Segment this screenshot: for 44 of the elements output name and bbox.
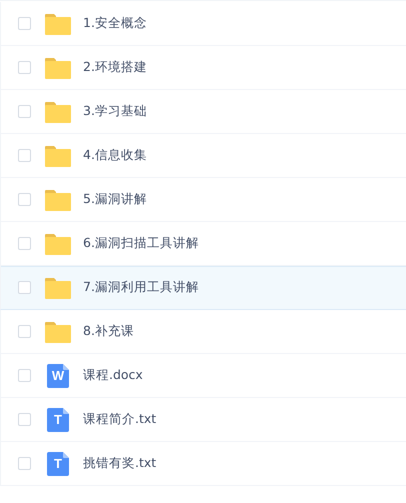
- file-name[interactable]: 5.漏洞讲解: [83, 191, 147, 208]
- file-name[interactable]: 1.安全概念: [83, 15, 147, 32]
- folder-icon: [45, 56, 71, 78]
- folder-icon: [45, 276, 71, 298]
- checkbox[interactable]: [18, 105, 31, 118]
- file-row[interactable]: 5.漏洞讲解: [0, 178, 406, 222]
- folder-icon: [45, 12, 71, 34]
- file-name[interactable]: 8.补充课: [83, 323, 134, 340]
- folder-icon: [45, 320, 71, 342]
- file-row[interactable]: T 课程简介.txt: [0, 398, 406, 442]
- file-name[interactable]: 2.环境搭建: [83, 59, 147, 76]
- checkbox[interactable]: [18, 281, 31, 294]
- file-name[interactable]: 4.信息收集: [83, 147, 147, 164]
- document-icon: T: [47, 452, 69, 476]
- file-name[interactable]: 3.学习基础: [83, 103, 147, 120]
- file-name[interactable]: 挑错有奖.txt: [83, 455, 156, 472]
- checkbox[interactable]: [18, 457, 31, 470]
- folder-icon: [45, 232, 71, 254]
- file-row[interactable]: T 挑错有奖.txt: [0, 442, 406, 486]
- checkbox[interactable]: [18, 193, 31, 206]
- file-row[interactable]: W 课程.docx: [0, 354, 406, 398]
- folder-icon: [45, 144, 71, 166]
- checkbox[interactable]: [18, 149, 31, 162]
- file-name[interactable]: 课程简介.txt: [83, 411, 156, 428]
- checkbox[interactable]: [18, 325, 31, 338]
- folder-icon: [45, 100, 71, 122]
- file-row[interactable]: 1.安全概念: [0, 2, 406, 46]
- file-row[interactable]: 4.信息收集: [0, 134, 406, 178]
- checkbox[interactable]: [18, 61, 31, 74]
- file-name[interactable]: 7.漏洞利用工具讲解: [83, 279, 199, 296]
- file-row[interactable]: 6.漏洞扫描工具讲解: [0, 222, 406, 266]
- checkbox[interactable]: [18, 369, 31, 382]
- document-icon: T: [47, 408, 69, 432]
- file-name[interactable]: 课程.docx: [83, 367, 143, 384]
- document-icon: W: [47, 364, 69, 388]
- checkbox[interactable]: [18, 237, 31, 250]
- file-row[interactable]: 3.学习基础: [0, 90, 406, 134]
- file-row[interactable]: 7.漏洞利用工具讲解: [0, 266, 406, 310]
- file-row[interactable]: 2.环境搭建: [0, 46, 406, 90]
- checkbox[interactable]: [18, 413, 31, 426]
- file-name[interactable]: 6.漏洞扫描工具讲解: [83, 235, 199, 252]
- checkbox[interactable]: [18, 17, 31, 30]
- folder-icon: [45, 188, 71, 210]
- file-row[interactable]: 8.补充课: [0, 310, 406, 354]
